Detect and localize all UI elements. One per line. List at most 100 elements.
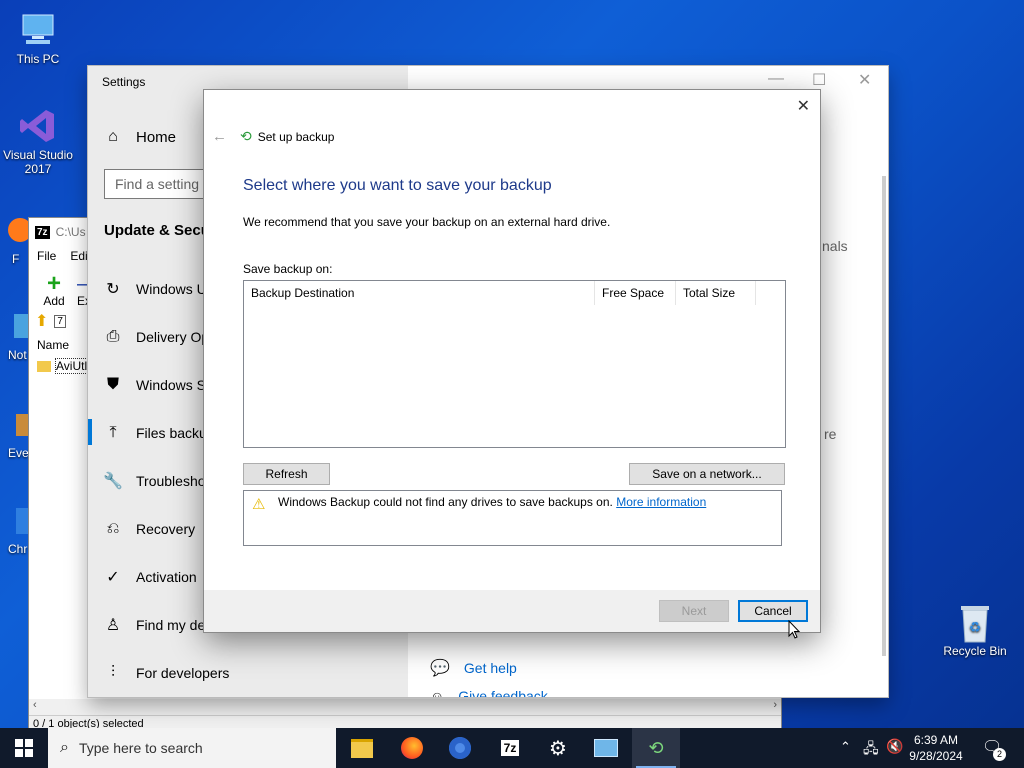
more-information-link[interactable]: More information [616,495,706,509]
nav-troubleshoot[interactable]: 🔧 Troublesho [103,472,206,490]
maximize-icon[interactable]: ☐ [812,70,826,90]
nav-home-label: Home [136,128,177,146]
nav-label: Files backup [136,425,215,441]
taskbar-search[interactable]: ⌕ Type here to search [48,728,336,768]
warning-message: Windows Backup could not find any drives… [278,495,706,509]
nav-delivery-optimization[interactable]: ⎙ Delivery Op [104,328,210,346]
close-icon[interactable]: ✕ [858,70,871,90]
nav-label: Delivery Op [136,329,210,345]
warning-text: Windows Backup could not find any drives… [278,495,613,509]
delivery-icon: ⎙ [106,328,120,345]
recycle-bin-icon: ♻ [955,602,995,643]
taskbar-7zip[interactable]: 7z [486,728,534,768]
nav-for-developers[interactable]: ⫶ For developers [104,664,229,682]
app-icon [0,210,32,250]
scroll-left-icon[interactable]: ‹ [33,699,37,711]
col-total-size[interactable]: Total Size [676,281,756,305]
computer-icon [18,10,58,50]
dialog-header: ⟲ Set up backup [240,128,334,145]
taskbar-chrome[interactable] [436,728,484,768]
close-icon[interactable]: ✕ [797,96,810,116]
content-fragment: re [824,426,837,442]
nav-recovery[interactable]: ⎌ Recovery [104,520,196,538]
nav-label: Activation [136,569,197,585]
back-arrow-icon[interactable]: ← [212,128,227,145]
scroll-right-icon[interactable]: › [773,699,777,711]
plus-icon: + [46,270,61,297]
give-feedback-link[interactable]: ☺ Give feedback [430,688,548,697]
check-circle-icon: ✓ [106,569,120,586]
col-free-space[interactable]: Free Space [595,281,676,305]
horizontal-scrollbar[interactable]: ‹ › [29,699,781,715]
developer-icon: ⫶ [110,664,115,681]
nav-activation[interactable]: ✓ Activation [104,568,197,586]
nav-windows-update[interactable]: ↻ Windows U [104,280,207,298]
desktop-icon-label: Visual Studio 2017 [3,148,73,176]
nav-label: Windows U [136,281,207,297]
nav-label: Windows S [136,377,207,393]
nav-home[interactable]: ⌂ Home [104,128,176,146]
desktop-icon-recycle-bin[interactable]: ♻ Recycle Bin [937,602,1013,658]
nav-label: Troublesho [136,473,206,489]
person-icon: ♙ [105,617,121,634]
save-on-network-button[interactable]: Save on a network... [629,463,785,485]
dialog-footer: Next Cancel [204,590,820,632]
nav-find-my-device[interactable]: ♙ Find my de [104,616,205,634]
app-icon [0,306,30,346]
nav-label: Recovery [136,521,196,537]
menu-file[interactable]: File [37,249,56,263]
7zip-icon: 7z [500,740,520,756]
folder-up-icon[interactable]: ⬆ [35,311,48,331]
warning-icon: ⚠ [252,496,266,513]
7zip-app-icon: 7z [35,225,50,239]
give-feedback-label: Give feedback [458,688,548,697]
control-panel-icon [594,739,618,757]
volume-muted-icon[interactable]: 🔇 [886,738,903,755]
minimize-icon[interactable]: — [768,70,784,88]
taskbar-search-placeholder: Type here to search [78,740,203,756]
desktop-icon-label: Recycle Bin [943,644,1007,658]
folder-icon [37,360,51,372]
chat-icon: 💬 [430,660,450,677]
wrench-icon: 🔧 [103,473,123,490]
get-help-link[interactable]: 💬 Get help [430,658,517,678]
recovery-icon: ⎌ [106,520,120,537]
nav-windows-security[interactable]: ⛊ Windows S [104,376,206,394]
vertical-scrollbar[interactable] [882,176,886,656]
clock[interactable]: 6:39 AM 9/28/2024 [904,732,968,764]
dialog-heading: Select where you want to save your backu… [243,177,552,194]
windows-logo-icon [15,739,33,757]
add-button[interactable]: + Add [39,270,69,309]
address-icon: 7 [54,314,66,328]
cancel-button[interactable]: Cancel [738,600,808,622]
refresh-button[interactable]: Refresh [243,463,330,485]
setup-backup-dialog[interactable]: ✕ ← ⟲ Set up backup Select where you wan… [204,90,820,632]
next-button[interactable]: Next [659,600,729,622]
taskbar-file-explorer[interactable] [338,728,386,768]
network-icon[interactable]: 🖧 [863,738,879,762]
nav-label: For developers [136,665,230,681]
desktop-icon-this-pc[interactable]: This PC [0,10,76,66]
taskbar-backup-active[interactable]: ⟲ [632,728,680,768]
7zip-title: C:\Us [55,225,86,239]
desktop-icon-label: This PC [16,52,60,66]
taskbar-firefox[interactable] [388,728,436,768]
desktop-icon-visual-studio[interactable]: Visual Studio 2017 [0,106,76,176]
svg-text:♻: ♻ [969,619,982,635]
taskbar-settings[interactable]: ⚙ [534,728,582,768]
recommend-text: We recommend that you save your backup o… [243,215,611,229]
nav-label: Find my de [136,617,206,633]
list-header: Backup Destination Free Space Total Size [244,281,785,305]
clock-time: 6:39 AM [913,733,959,747]
dialog-title: Set up backup [257,129,335,144]
backup-arrow-icon: ⤒ [109,424,117,441]
col-backup-destination[interactable]: Backup Destination [244,281,595,305]
chevron-up-icon[interactable]: ⌃ [840,739,851,755]
taskbar-control-panel[interactable] [582,728,630,768]
destination-list[interactable]: Backup Destination Free Space Total Size [243,280,786,448]
home-icon: ⌂ [108,128,118,145]
start-button[interactable] [0,728,48,768]
section-title: Update & Secur [104,222,216,239]
search-icon: ⌕ [60,739,69,756]
nav-files-backup[interactable]: ⤒ Files backup [104,424,215,442]
